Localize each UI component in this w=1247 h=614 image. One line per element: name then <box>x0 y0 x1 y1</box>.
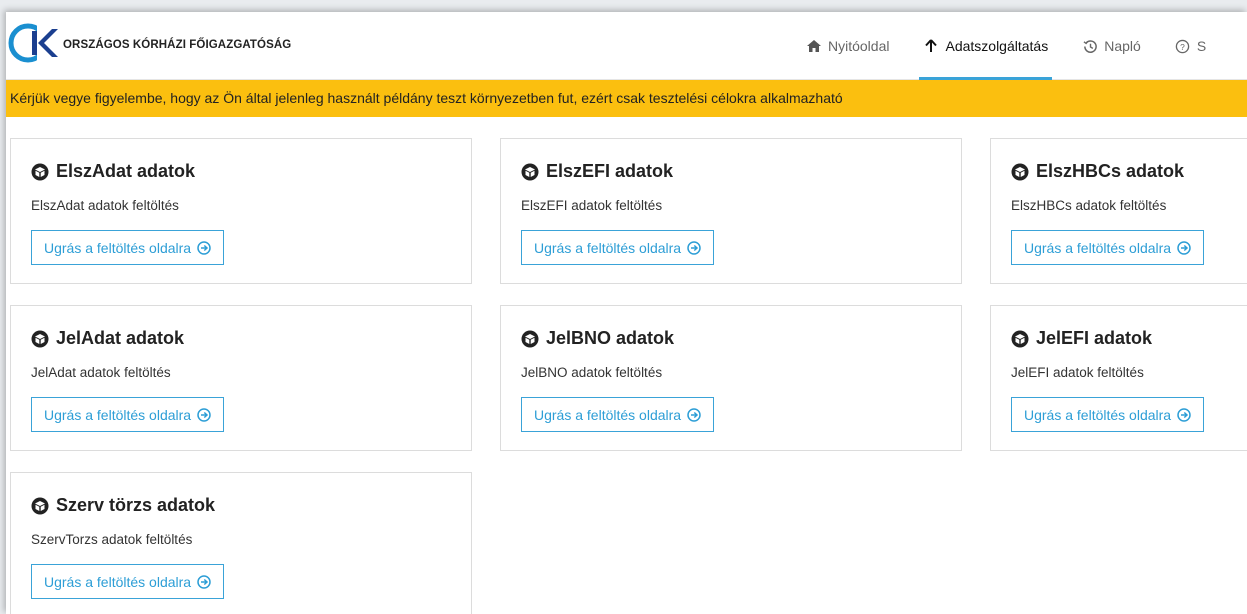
card-title-text: JelEFI adatok <box>1036 328 1153 348</box>
nav-naplo-label: Napló <box>1104 38 1141 54</box>
svg-text:?: ? <box>1180 41 1185 51</box>
home-icon <box>806 38 822 54</box>
goto-upload-label: Ugrás a feltöltés oldalra <box>1024 239 1172 256</box>
card-title: JelAdat adatok <box>31 328 184 349</box>
card-title: ElszHBCs adatok <box>1011 161 1184 182</box>
help-circle-icon: ? <box>1175 38 1191 54</box>
nav-naplo[interactable]: Napló <box>1078 12 1145 80</box>
nav-home-label: Nyitóoldal <box>828 38 890 54</box>
goto-upload-label: Ugrás a feltöltés oldalra <box>534 406 682 423</box>
arrow-circle-right-icon <box>687 240 701 255</box>
goto-upload-label: Ugrás a feltöltés oldalra <box>1024 406 1172 423</box>
goto-upload-button[interactable]: Ugrás a feltöltés oldalra <box>1011 230 1205 265</box>
goto-upload-label: Ugrás a feltöltés oldalra <box>44 573 192 590</box>
nav-adatszolgaltatas[interactable]: Adatszolgáltatás <box>919 12 1052 80</box>
cube-icon <box>1011 330 1029 347</box>
history-icon <box>1082 38 1098 54</box>
goto-upload-label: Ugrás a feltöltés oldalra <box>44 406 192 423</box>
card-elszefi: ElszEFI adatok ElszEFI adatok feltöltés … <box>500 138 962 284</box>
card-title: JelEFI adatok <box>1011 328 1152 349</box>
goto-upload-label: Ugrás a feltöltés oldalra <box>44 239 192 256</box>
card-jeladat: JelAdat adatok JelAdat adatok feltöltés … <box>10 305 472 451</box>
card-title-text: Szerv törzs adatok <box>56 495 216 515</box>
card-description: SzervTorzs adatok feltöltés <box>31 532 193 547</box>
card-title: ElszAdat adatok <box>31 161 195 182</box>
cube-icon <box>31 497 49 514</box>
okfo-logo-icon[interactable] <box>8 23 58 63</box>
card-title-text: JelAdat adatok <box>56 328 185 348</box>
arrow-circle-right-icon <box>197 407 211 422</box>
card-title-text: JelBNO adatok <box>546 328 675 348</box>
goto-upload-button[interactable]: Ugrás a feltöltés oldalra <box>31 230 225 265</box>
card-title-text: ElszHBCs adatok <box>1036 161 1185 181</box>
nav-adatszolgaltatas-label: Adatszolgáltatás <box>945 38 1049 54</box>
main-nav: Nyitóoldal Adatszolgáltatás Napló ? S <box>802 12 1210 80</box>
arrow-circle-right-icon <box>687 407 701 422</box>
card-description: JelAdat adatok feltöltés <box>31 365 171 380</box>
card-jelbno: JelBNO adatok JelBNO adatok feltöltés Ug… <box>500 305 962 451</box>
card-szerv-torzs: Szerv törzs adatok SzervTorzs adatok fel… <box>10 472 472 614</box>
card-description: ElszEFI adatok feltöltés <box>521 198 663 213</box>
card-title: Szerv törzs adatok <box>31 495 215 516</box>
goto-upload-button[interactable]: Ugrás a feltöltés oldalra <box>31 397 225 432</box>
arrow-circle-right-icon <box>197 240 211 255</box>
card-description: ElszHBCs adatok feltöltés <box>1011 198 1167 213</box>
banner-text: Kérjük vegye figyelembe, hogy az Ön álta… <box>10 90 843 106</box>
nav-help-label: S <box>1196 38 1207 54</box>
card-jelefi: JelEFI adatok JelEFI adatok feltöltés Ug… <box>990 305 1247 451</box>
cube-icon <box>1011 163 1029 180</box>
card-title-text: ElszAdat adatok <box>56 161 196 181</box>
org-name: ORSZÁGOS KÓRHÁZI FŐIGAZGATÓSÁG <box>63 39 292 51</box>
arrow-circle-right-icon <box>1177 407 1191 422</box>
card-title: JelBNO adatok <box>521 328 674 349</box>
card-description: JelEFI adatok feltöltés <box>1011 365 1144 380</box>
goto-upload-button[interactable]: Ugrás a feltöltés oldalra <box>1011 397 1205 432</box>
goto-upload-button[interactable]: Ugrás a feltöltés oldalra <box>521 230 715 265</box>
goto-upload-button[interactable]: Ugrás a feltöltés oldalra <box>521 397 715 432</box>
cube-icon <box>521 330 539 347</box>
cube-icon <box>31 163 49 180</box>
cube-icon <box>521 163 539 180</box>
card-title-text: ElszEFI adatok <box>546 161 674 181</box>
card-elszadat: ElszAdat adatok ElszAdat adatok feltölté… <box>10 138 472 284</box>
card-title: ElszEFI adatok <box>521 161 673 182</box>
card-description: JelBNO adatok feltöltés <box>521 365 663 380</box>
card-description: ElszAdat adatok feltöltés <box>31 198 179 213</box>
arrow-circle-right-icon <box>1177 240 1191 255</box>
goto-upload-button[interactable]: Ugrás a feltöltés oldalra <box>31 564 225 599</box>
card-elszhbcs: ElszHBCs adatok ElszHBCs adatok feltölté… <box>990 138 1247 284</box>
arrow-up-icon <box>923 38 939 54</box>
top-header: ORSZÁGOS KÓRHÁZI FŐIGAZGATÓSÁG Nyitóolda… <box>6 12 1247 80</box>
goto-upload-label: Ugrás a feltöltés oldalra <box>534 239 682 256</box>
app-window: ORSZÁGOS KÓRHÁZI FŐIGAZGATÓSÁG Nyitóolda… <box>6 12 1247 614</box>
cube-icon <box>31 330 49 347</box>
test-environment-banner: Kérjük vegye figyelembe, hogy az Ön álta… <box>6 80 1247 117</box>
arrow-circle-right-icon <box>197 574 211 589</box>
nav-home[interactable]: Nyitóoldal <box>802 12 893 80</box>
nav-help[interactable]: ? S <box>1171 12 1210 80</box>
